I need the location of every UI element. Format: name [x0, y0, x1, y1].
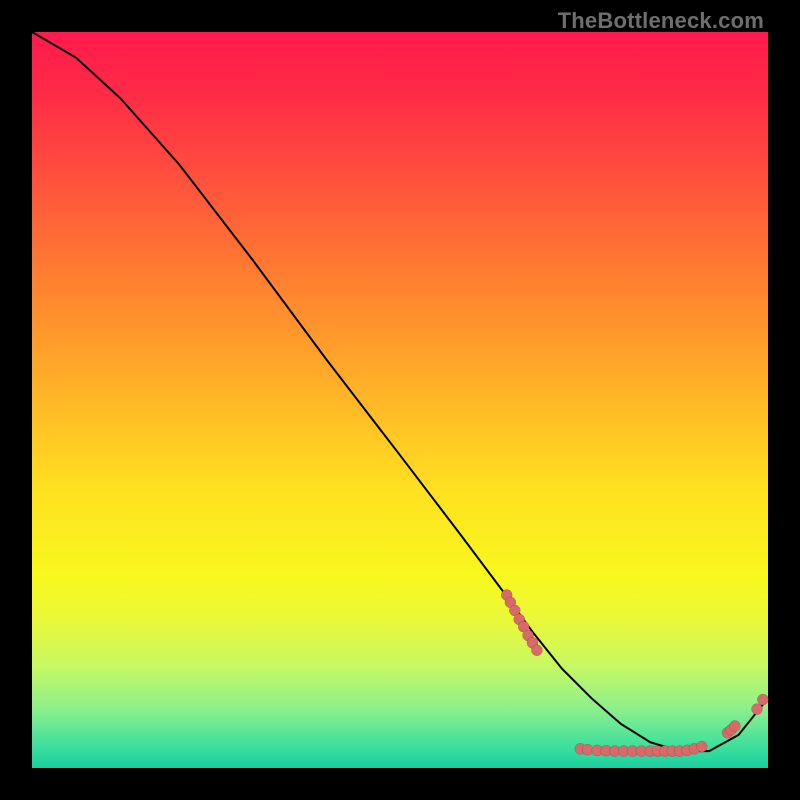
watermark-text: TheBottleneck.com	[558, 8, 764, 34]
bottleneck-curve	[32, 32, 768, 751]
left-cluster-dot	[531, 645, 542, 656]
flat-run-dot	[696, 741, 707, 752]
tail-pair-dot	[757, 694, 768, 705]
chart-frame: TheBottleneck.com	[0, 0, 800, 800]
curve-svg	[32, 32, 768, 768]
plot-area	[32, 32, 768, 768]
right-cluster-dot	[729, 721, 740, 732]
flat-run-dot	[582, 744, 593, 755]
tail-pair-dot	[751, 704, 762, 715]
